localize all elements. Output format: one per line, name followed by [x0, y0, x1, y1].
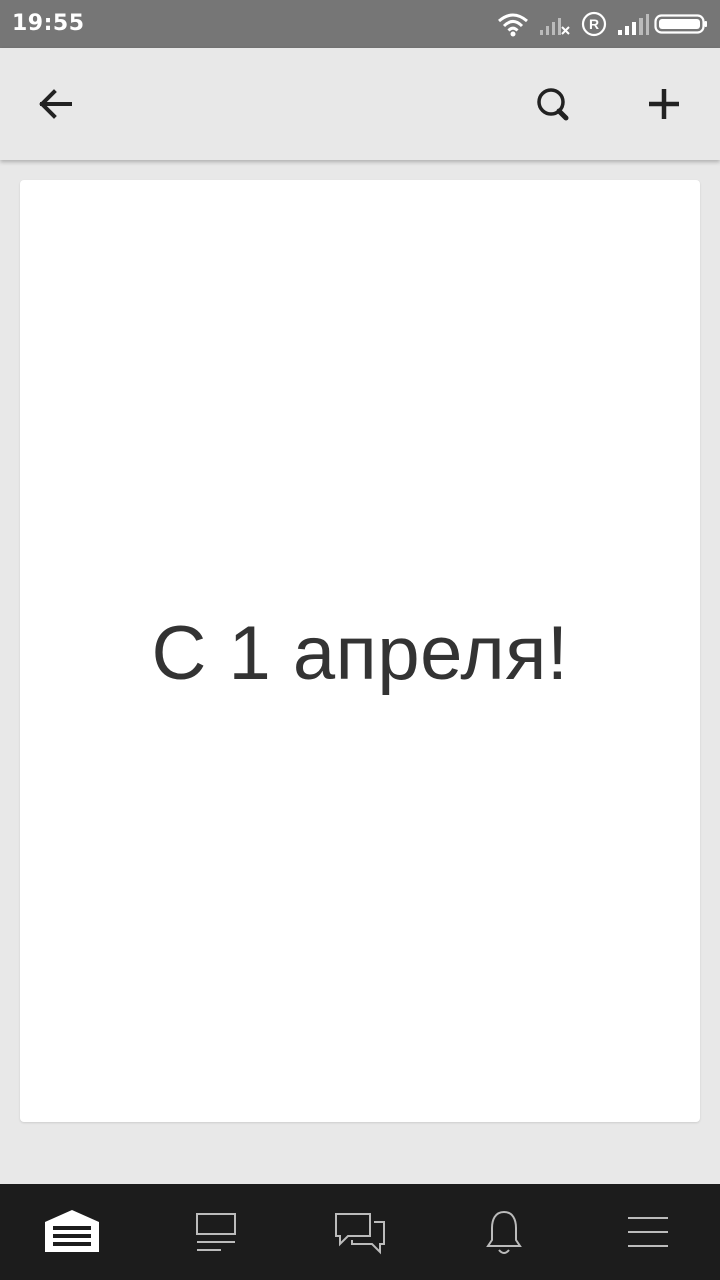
bottom-nav	[0, 1184, 720, 1280]
wifi-icon	[498, 13, 528, 37]
nav-item-notifications[interactable]	[464, 1204, 544, 1260]
content-card: С 1 апреля!	[20, 180, 700, 1122]
signal-icon	[618, 14, 649, 35]
status-bar: 19:55 R	[0, 0, 720, 48]
svg-text:R: R	[589, 16, 599, 32]
status-time: 19:55	[12, 11, 85, 36]
bell-icon	[486, 1210, 522, 1254]
plus-icon	[649, 89, 679, 119]
garage-home-icon	[45, 1210, 99, 1252]
back-button[interactable]	[28, 76, 84, 132]
feed-icon	[196, 1213, 236, 1251]
battery-icon	[654, 14, 707, 34]
nav-item-home[interactable]	[32, 1204, 112, 1260]
card-message: С 1 апреля!	[151, 610, 569, 696]
nav-item-menu[interactable]	[608, 1204, 688, 1260]
messages-icon	[335, 1213, 385, 1255]
signal-no-service-icon	[540, 18, 570, 35]
back-arrow-icon	[39, 89, 72, 119]
search-icon	[537, 88, 569, 121]
nav-item-feed[interactable]	[176, 1204, 256, 1260]
add-button[interactable]	[636, 76, 692, 132]
app-bar	[0, 48, 720, 160]
search-button[interactable]	[524, 76, 580, 132]
roaming-icon: R	[581, 11, 607, 37]
nav-item-messages[interactable]	[320, 1204, 400, 1260]
menu-icon	[628, 1217, 668, 1247]
